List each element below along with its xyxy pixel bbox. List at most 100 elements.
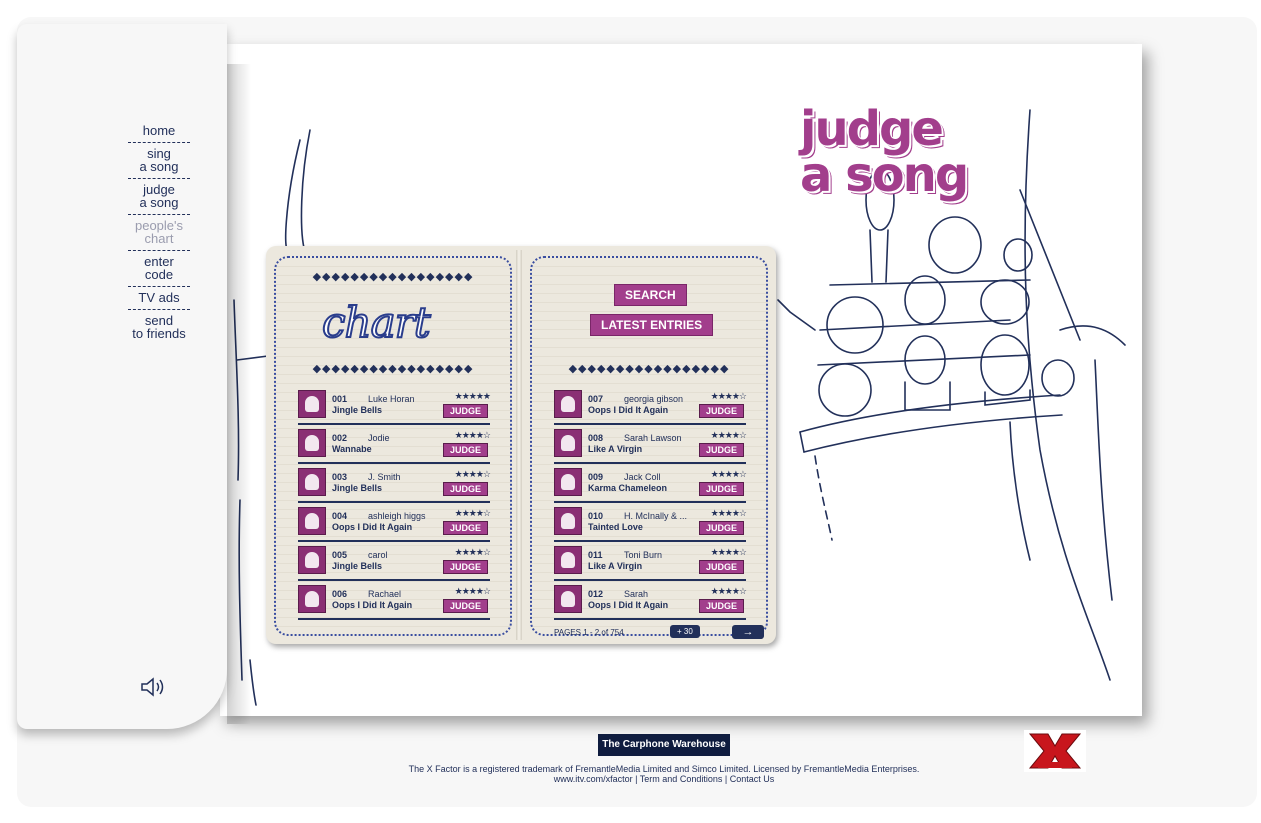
star-rating-icon: ★★★★☆	[710, 586, 747, 596]
list-item[interactable]: 005 carol Jingle Bells ★★★★☆ JUDGE	[298, 542, 491, 581]
x-factor-logo[interactable]	[1024, 730, 1086, 772]
plus-30-button[interactable]: + 30	[670, 625, 700, 638]
avatar[interactable]	[298, 429, 326, 457]
judge-button[interactable]: JUDGE	[442, 521, 488, 535]
judge-button[interactable]: JUDGE	[442, 482, 488, 496]
book-left-page	[17, 24, 251, 729]
entry-singer: georgia gibson	[624, 394, 684, 404]
entry-song: Karma Chameleon	[588, 483, 668, 493]
link-xfactor-site[interactable]: www.itv.com/xfactor	[554, 774, 633, 784]
entry-song: Oops I Did It Again	[588, 600, 669, 610]
nav-enter-code[interactable]: enter code	[128, 251, 190, 287]
footer-separator: |	[724, 774, 728, 784]
avatar[interactable]	[298, 390, 326, 418]
list-item[interactable]: 004 ashleigh higgs Oops I Did It Again ★…	[298, 503, 491, 542]
star-rating-icon: ★★★★☆	[710, 391, 747, 401]
entry-number: 011	[588, 550, 603, 560]
star-rating-icon: ★★★★☆	[454, 586, 491, 596]
list-item[interactable]: 007 georgia gibson Oops I Did It Again ★…	[554, 386, 747, 425]
avatar[interactable]	[554, 468, 582, 496]
list-item[interactable]: 012 Sarah Oops I Did It Again ★★★★☆ JUDG…	[554, 581, 747, 620]
star-rating-icon: ★★★★☆	[454, 469, 491, 479]
entry-song: Jingle Bells	[332, 405, 383, 415]
entry-song: Like A Virgin	[588, 561, 643, 571]
entry-song: Wannabe	[332, 444, 372, 454]
star-rating-icon: ★★★★☆	[454, 508, 491, 518]
logo-line-2: a song	[800, 147, 969, 203]
list-item[interactable]: 011 Toni Burn Like A Virgin ★★★★☆ JUDGE	[554, 542, 747, 581]
list-item[interactable]: 008 Sarah Lawson Like A Virgin ★★★★☆ JUD…	[554, 425, 747, 464]
gem-border-icon: ◆◆◆◆◆◆◆◆◆◆◆◆◆◆◆◆◆	[568, 363, 730, 374]
judge-button[interactable]: JUDGE	[698, 599, 744, 613]
nav-judge-a-song[interactable]: judge a song	[128, 179, 190, 215]
judge-button[interactable]: JUDGE	[442, 599, 488, 613]
nav-send-to-friends[interactable]: send to friends	[128, 310, 190, 345]
avatar[interactable]	[554, 585, 582, 613]
entry-singer: Sarah Lawson	[624, 433, 682, 443]
link-contact[interactable]: Contact Us	[730, 774, 775, 784]
judge-button[interactable]: JUDGE	[698, 404, 744, 418]
nav-peoples-chart[interactable]: people's chart	[128, 215, 190, 251]
star-rating-icon: ★★★★☆	[710, 547, 747, 557]
entry-song: Oops I Did It Again	[332, 522, 413, 532]
search-button[interactable]: SEARCH	[614, 284, 687, 306]
speaker-icon[interactable]	[140, 676, 168, 703]
judge-button[interactable]: JUDGE	[442, 560, 488, 574]
avatar[interactable]	[298, 585, 326, 613]
judge-button[interactable]: JUDGE	[442, 404, 488, 418]
list-item[interactable]: 006 Rachael Oops I Did It Again ★★★★☆ JU…	[298, 581, 491, 620]
entry-song: Like A Virgin	[588, 444, 643, 454]
entry-number: 007	[588, 394, 604, 404]
entry-number: 004	[332, 511, 348, 521]
entry-singer: J. Smith	[368, 472, 401, 482]
entry-singer: Sarah	[624, 589, 649, 599]
entry-singer: ashleigh higgs	[368, 511, 426, 521]
avatar[interactable]	[554, 390, 582, 418]
entry-song: Oops I Did It Again	[332, 600, 413, 610]
entry-number: 010	[588, 511, 604, 521]
list-item[interactable]: 001 Luke Horan Jingle Bells ★★★★★ JUDGE	[298, 386, 491, 425]
avatar[interactable]	[298, 507, 326, 535]
avatar[interactable]	[554, 507, 582, 535]
entry-singer: Toni Burn	[624, 550, 663, 560]
avatar[interactable]	[554, 546, 582, 574]
entry-singer: Rachael	[368, 589, 402, 599]
avatar[interactable]	[298, 468, 326, 496]
star-rating-icon: ★★★★☆	[710, 469, 747, 479]
nav-tv-ads[interactable]: TV ads	[128, 287, 190, 310]
judge-button[interactable]: JUDGE	[698, 521, 744, 535]
nav-sing-a-song[interactable]: sing a song	[128, 143, 190, 179]
carphone-warehouse-logo[interactable]: The Carphone Warehouse	[598, 734, 730, 756]
chart-title: chart	[321, 297, 432, 348]
entry-song: Jingle Bells	[332, 561, 383, 571]
star-rating-icon: ★★★★☆	[454, 547, 491, 557]
list-item[interactable]: 003 J. Smith Jingle Bells ★★★★☆ JUDGE	[298, 464, 491, 503]
entry-singer: carol	[368, 550, 388, 560]
entry-singer: Jodie	[368, 433, 390, 443]
gem-border-icon: ◆◆◆◆◆◆◆◆◆◆◆◆◆◆◆◆◆	[312, 271, 474, 282]
avatar[interactable]	[298, 546, 326, 574]
entry-number: 002	[332, 433, 348, 443]
entry-number: 001	[332, 394, 348, 404]
list-item[interactable]: 010 H. McInally & ... Tainted Love ★★★★☆…	[554, 503, 747, 542]
link-terms[interactable]: Term and Conditions	[640, 774, 723, 784]
entry-number: 006	[332, 589, 348, 599]
notebook-spine	[516, 250, 522, 640]
next-page-button[interactable]: →	[732, 625, 764, 639]
entry-singer: H. McInally & ...	[624, 511, 688, 521]
app-frame: judge a song home sing a song judge a so…	[0, 0, 1261, 823]
entry-number: 009	[588, 472, 604, 482]
list-item[interactable]: 009 Jack Coll Karma Chameleon ★★★★☆ JUDG…	[554, 464, 747, 503]
entry-number: 005	[332, 550, 348, 560]
judge-button[interactable]: JUDGE	[442, 443, 488, 457]
judge-button[interactable]: JUDGE	[698, 443, 744, 457]
latest-entries-button[interactable]: LATEST ENTRIES	[590, 314, 714, 336]
entries-list-left: 001 Luke Horan Jingle Bells ★★★★★ JUDGE …	[298, 386, 491, 620]
judge-button[interactable]: JUDGE	[698, 560, 744, 574]
chart-notebook: ◆◆◆◆◆◆◆◆◆◆◆◆◆◆◆◆◆ chart ◆◆◆◆◆◆◆◆◆◆◆◆◆◆◆◆…	[266, 246, 776, 644]
entry-singer: Luke Horan	[368, 394, 415, 404]
judge-button[interactable]: JUDGE	[698, 482, 744, 496]
avatar[interactable]	[554, 429, 582, 457]
nav-home[interactable]: home	[128, 120, 190, 143]
list-item[interactable]: 002 Jodie Wannabe ★★★★☆ JUDGE	[298, 425, 491, 464]
